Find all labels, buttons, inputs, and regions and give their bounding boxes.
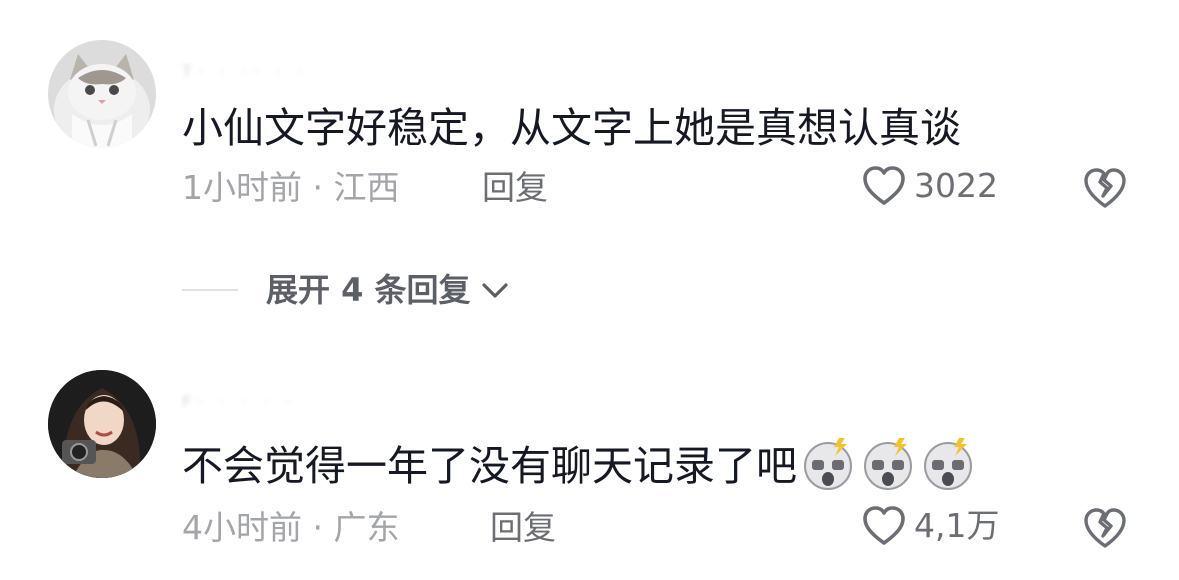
cat-avatar-icon: [48, 40, 156, 148]
time-location: 1小时前 · 江西: [182, 168, 400, 207]
shocked-emoji-icon: [859, 436, 917, 502]
broken-heart-icon: [1084, 508, 1126, 548]
username[interactable]: T· · ·· · ·: [182, 62, 309, 81]
like-count: 4,1万: [914, 506, 1000, 545]
divider: [182, 289, 238, 291]
woman-with-camera-avatar-icon: [48, 370, 156, 478]
reply-button[interactable]: 回复: [490, 506, 556, 550]
like-button[interactable]: 4,1万: [862, 504, 999, 548]
dislike-button[interactable]: [1082, 506, 1128, 554]
heart-outline-icon: [863, 166, 905, 205]
shocked-emoji-icon: [799, 436, 857, 502]
comment-text: 不会觉得一年了没有聊天记录了吧: [182, 436, 977, 502]
expand-replies-button[interactable]: 展开 4 条回复: [266, 268, 511, 312]
comment-item: T· · ·· · · 小仙文字好稳定，从文字上她是真想认真谈 1小时前 · 江…: [0, 0, 1179, 250]
shocked-emoji-icon: [919, 436, 977, 502]
comment-item: F· · · · · 不会觉得一年了没有聊天记录了吧 4小时前 · 广东 回复 …: [0, 340, 1179, 580]
like-button[interactable]: 3022: [862, 164, 998, 208]
avatar[interactable]: [48, 40, 156, 148]
avatar[interactable]: [48, 370, 156, 478]
comment-text-content: 不会觉得一年了没有聊天记录了吧: [182, 442, 797, 490]
time-location: 4小时前 · 广东: [182, 508, 400, 547]
dislike-button[interactable]: [1082, 166, 1128, 214]
expand-replies-row: 展开 4 条回复: [182, 268, 511, 312]
comment-text: 小仙文字好稳定，从文字上她是真想认真谈: [182, 104, 961, 152]
broken-heart-icon: [1084, 168, 1126, 208]
chevron-down-icon: [481, 283, 508, 298]
reply-button[interactable]: 回复: [482, 166, 548, 210]
heart-outline-icon: [863, 506, 905, 545]
username[interactable]: F· · · · ·: [182, 392, 297, 411]
like-count: 3022: [914, 166, 998, 205]
expand-replies-label: 展开 4 条回复: [266, 271, 471, 309]
